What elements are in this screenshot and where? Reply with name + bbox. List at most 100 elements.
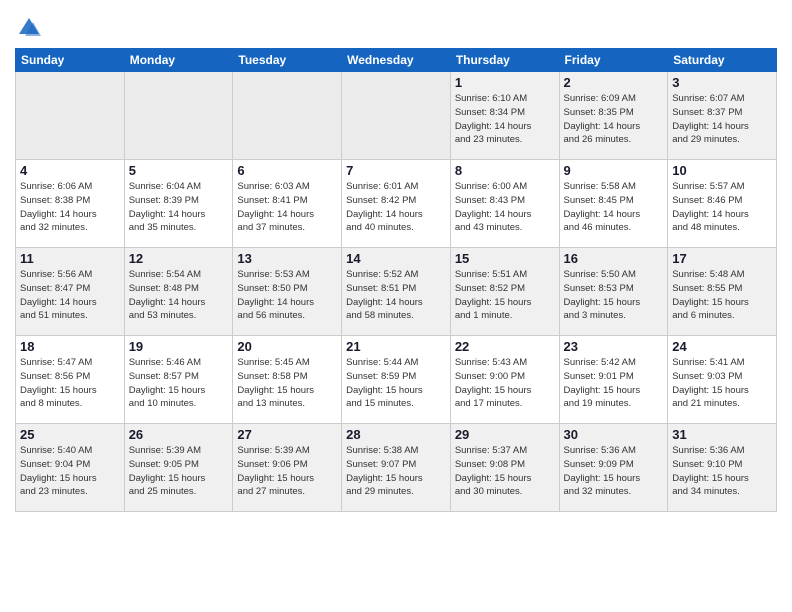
calendar-cell: 7 Sunrise: 6:01 AM Sunset: 8:42 PM Daylig… <box>342 160 451 248</box>
day-info: Sunrise: 6:07 AM Sunset: 8:37 PM Dayligh… <box>672 92 772 147</box>
day-number: 31 <box>672 427 772 442</box>
day-number: 3 <box>672 75 772 90</box>
calendar-weekday-tuesday: Tuesday <box>233 49 342 72</box>
page: SundayMondayTuesdayWednesdayThursdayFrid… <box>0 0 792 612</box>
calendar-week-row: 11 Sunrise: 5:56 AM Sunset: 8:47 PM Dayli… <box>16 248 777 336</box>
calendar-cell: 21 Sunrise: 5:44 AM Sunset: 8:59 PM Dayli… <box>342 336 451 424</box>
calendar-cell: 3 Sunrise: 6:07 AM Sunset: 8:37 PM Daylig… <box>668 72 777 160</box>
calendar-cell: 6Sunrise: 6:03 AM Sunset: 8:41 PM Daylig… <box>233 160 342 248</box>
calendar-weekday-wednesday: Wednesday <box>342 49 451 72</box>
calendar-cell: 10 Sunrise: 5:57 AM Sunset: 8:46 PM Dayli… <box>668 160 777 248</box>
day-info: Sunrise: 6:10 AM Sunset: 8:34 PM Dayligh… <box>455 92 555 147</box>
day-number: 2 <box>564 75 664 90</box>
calendar-cell: 30 Sunrise: 5:36 AM Sunset: 9:09 PM Dayli… <box>559 424 668 512</box>
calendar-weekday-saturday: Saturday <box>668 49 777 72</box>
day-number: 23 <box>564 339 664 354</box>
calendar-cell: 11 Sunrise: 5:56 AM Sunset: 8:47 PM Dayli… <box>16 248 125 336</box>
calendar-cell: 13Sunrise: 5:53 AM Sunset: 8:50 PM Dayli… <box>233 248 342 336</box>
calendar-weekday-sunday: Sunday <box>16 49 125 72</box>
day-info: Sunrise: 5:47 AM Sunset: 8:56 PM Dayligh… <box>20 356 120 411</box>
day-number: 17 <box>672 251 772 266</box>
calendar-cell: 20Sunrise: 5:45 AM Sunset: 8:58 PM Dayli… <box>233 336 342 424</box>
day-info: Sunrise: 5:46 AM Sunset: 8:57 PM Dayligh… <box>129 356 229 411</box>
calendar-cell: 26Sunrise: 5:39 AM Sunset: 9:05 PM Dayli… <box>124 424 233 512</box>
calendar-weekday-monday: Monday <box>124 49 233 72</box>
day-number: 25 <box>20 427 120 442</box>
day-info: Sunrise: 5:54 AM Sunset: 8:48 PM Dayligh… <box>129 268 229 323</box>
calendar-cell: 1 Sunrise: 6:10 AM Sunset: 8:34 PM Daylig… <box>450 72 559 160</box>
logo <box>15 14 47 42</box>
day-number: 5 <box>129 163 229 178</box>
day-number: 26 <box>129 427 229 442</box>
calendar-cell: 31 Sunrise: 5:36 AM Sunset: 9:10 PM Dayli… <box>668 424 777 512</box>
calendar-weekday-thursday: Thursday <box>450 49 559 72</box>
day-number: 27 <box>237 427 337 442</box>
day-number: 15 <box>455 251 555 266</box>
day-info: Sunrise: 5:50 AM Sunset: 8:53 PM Dayligh… <box>564 268 664 323</box>
calendar-cell: 2 Sunrise: 6:09 AM Sunset: 8:35 PM Daylig… <box>559 72 668 160</box>
calendar-week-row: 4 Sunrise: 6:06 AM Sunset: 8:38 PM Daylig… <box>16 160 777 248</box>
day-info: Sunrise: 6:01 AM Sunset: 8:42 PM Dayligh… <box>346 180 446 235</box>
calendar-cell: 8 Sunrise: 6:00 AM Sunset: 8:43 PM Daylig… <box>450 160 559 248</box>
day-info: Sunrise: 5:44 AM Sunset: 8:59 PM Dayligh… <box>346 356 446 411</box>
day-info: Sunrise: 5:36 AM Sunset: 9:10 PM Dayligh… <box>672 444 772 499</box>
calendar-cell: 4 Sunrise: 6:06 AM Sunset: 8:38 PM Daylig… <box>16 160 125 248</box>
calendar-week-row: 25Sunrise: 5:40 AM Sunset: 9:04 PM Dayli… <box>16 424 777 512</box>
day-number: 10 <box>672 163 772 178</box>
calendar-cell: 28 Sunrise: 5:38 AM Sunset: 9:07 PM Dayli… <box>342 424 451 512</box>
header <box>15 10 777 42</box>
day-info: Sunrise: 6:06 AM Sunset: 8:38 PM Dayligh… <box>20 180 120 235</box>
day-info: Sunrise: 5:39 AM Sunset: 9:06 PM Dayligh… <box>237 444 337 499</box>
day-number: 12 <box>129 251 229 266</box>
calendar-cell <box>124 72 233 160</box>
calendar-cell <box>342 72 451 160</box>
day-number: 8 <box>455 163 555 178</box>
logo-icon <box>15 14 43 42</box>
calendar-cell: 22 Sunrise: 5:43 AM Sunset: 9:00 PM Dayli… <box>450 336 559 424</box>
calendar-cell: 16 Sunrise: 5:50 AM Sunset: 8:53 PM Dayli… <box>559 248 668 336</box>
day-info: Sunrise: 6:09 AM Sunset: 8:35 PM Dayligh… <box>564 92 664 147</box>
day-info: Sunrise: 5:36 AM Sunset: 9:09 PM Dayligh… <box>564 444 664 499</box>
calendar-cell: 14Sunrise: 5:52 AM Sunset: 8:51 PM Dayli… <box>342 248 451 336</box>
day-info: Sunrise: 5:43 AM Sunset: 9:00 PM Dayligh… <box>455 356 555 411</box>
calendar-cell: 9Sunrise: 5:58 AM Sunset: 8:45 PM Daylig… <box>559 160 668 248</box>
day-number: 14 <box>346 251 446 266</box>
day-number: 13 <box>237 251 337 266</box>
calendar-cell <box>16 72 125 160</box>
calendar-weekday-friday: Friday <box>559 49 668 72</box>
day-number: 4 <box>20 163 120 178</box>
day-info: Sunrise: 5:41 AM Sunset: 9:03 PM Dayligh… <box>672 356 772 411</box>
day-number: 24 <box>672 339 772 354</box>
day-info: Sunrise: 5:38 AM Sunset: 9:07 PM Dayligh… <box>346 444 446 499</box>
day-info: Sunrise: 5:37 AM Sunset: 9:08 PM Dayligh… <box>455 444 555 499</box>
day-info: Sunrise: 5:56 AM Sunset: 8:47 PM Dayligh… <box>20 268 120 323</box>
day-number: 21 <box>346 339 446 354</box>
calendar-cell: 19 Sunrise: 5:46 AM Sunset: 8:57 PM Dayli… <box>124 336 233 424</box>
day-info: Sunrise: 5:57 AM Sunset: 8:46 PM Dayligh… <box>672 180 772 235</box>
day-info: Sunrise: 6:04 AM Sunset: 8:39 PM Dayligh… <box>129 180 229 235</box>
calendar-cell: 15 Sunrise: 5:51 AM Sunset: 8:52 PM Dayli… <box>450 248 559 336</box>
day-info: Sunrise: 5:42 AM Sunset: 9:01 PM Dayligh… <box>564 356 664 411</box>
calendar-cell: 24 Sunrise: 5:41 AM Sunset: 9:03 PM Dayli… <box>668 336 777 424</box>
day-number: 22 <box>455 339 555 354</box>
day-info: Sunrise: 5:45 AM Sunset: 8:58 PM Dayligh… <box>237 356 337 411</box>
calendar-cell: 25Sunrise: 5:40 AM Sunset: 9:04 PM Dayli… <box>16 424 125 512</box>
calendar-cell: 12 Sunrise: 5:54 AM Sunset: 8:48 PM Dayli… <box>124 248 233 336</box>
calendar-cell: 5 Sunrise: 6:04 AM Sunset: 8:39 PM Daylig… <box>124 160 233 248</box>
day-number: 16 <box>564 251 664 266</box>
day-number: 1 <box>455 75 555 90</box>
day-info: Sunrise: 5:48 AM Sunset: 8:55 PM Dayligh… <box>672 268 772 323</box>
day-info: Sunrise: 5:51 AM Sunset: 8:52 PM Dayligh… <box>455 268 555 323</box>
day-info: Sunrise: 6:03 AM Sunset: 8:41 PM Dayligh… <box>237 180 337 235</box>
day-number: 30 <box>564 427 664 442</box>
calendar-cell <box>233 72 342 160</box>
day-number: 29 <box>455 427 555 442</box>
day-number: 19 <box>129 339 229 354</box>
day-number: 7 <box>346 163 446 178</box>
calendar-cell: 29 Sunrise: 5:37 AM Sunset: 9:08 PM Dayli… <box>450 424 559 512</box>
day-info: Sunrise: 6:00 AM Sunset: 8:43 PM Dayligh… <box>455 180 555 235</box>
calendar-cell: 23 Sunrise: 5:42 AM Sunset: 9:01 PM Dayli… <box>559 336 668 424</box>
day-number: 11 <box>20 251 120 266</box>
day-number: 28 <box>346 427 446 442</box>
calendar-header-row: SundayMondayTuesdayWednesdayThursdayFrid… <box>16 49 777 72</box>
